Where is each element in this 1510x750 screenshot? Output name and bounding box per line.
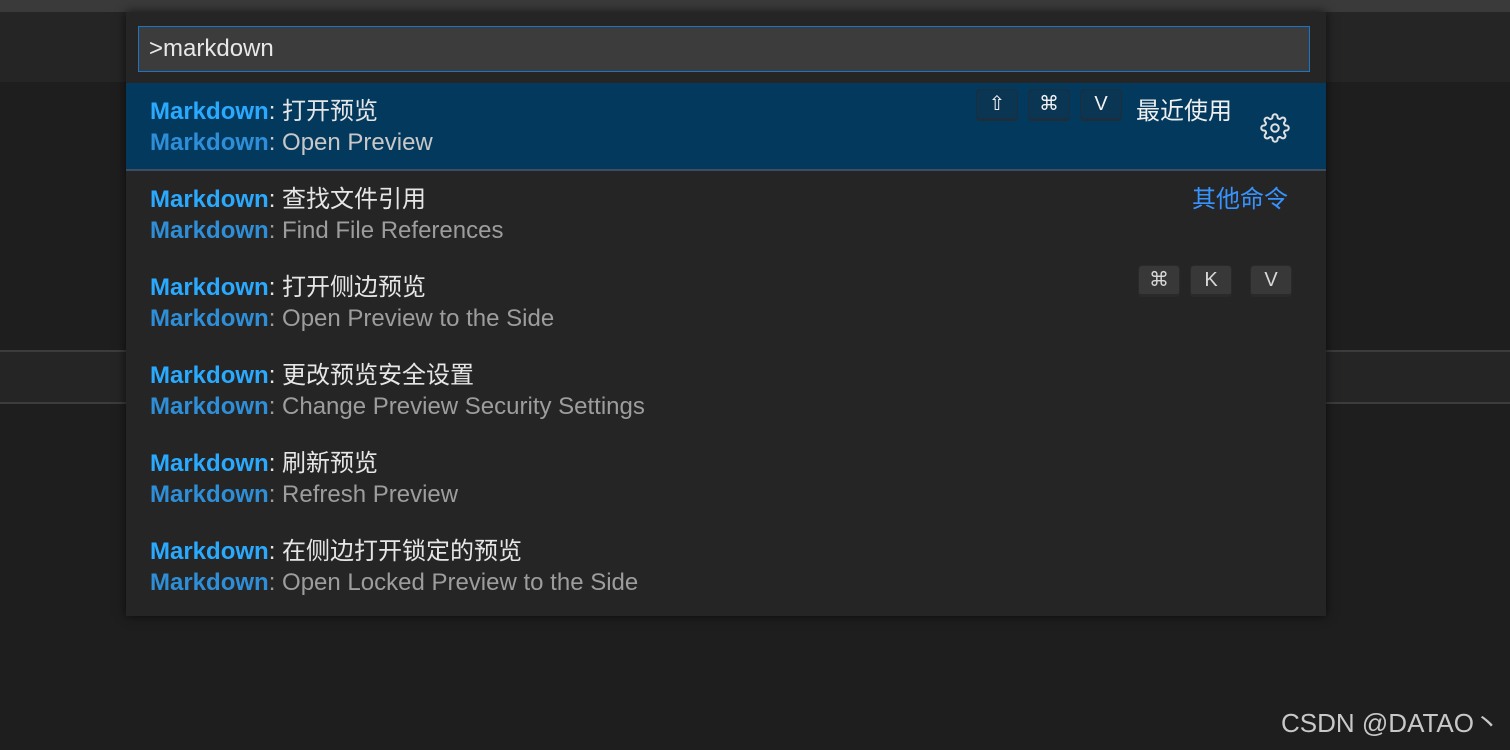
title-bar-strip	[0, 0, 1510, 12]
command-label-text: : 查找文件引用	[268, 186, 427, 213]
command-item-open-locked-preview-to-side[interactable]: Markdown: 在侧边打开锁定的预览 Markdown: Open Lock…	[126, 523, 1326, 611]
command-label-text: : Open Locked Preview to the Side	[268, 569, 639, 596]
key-v: V	[1250, 265, 1292, 297]
command-label-zh: Markdown: 刷新预览	[150, 443, 378, 478]
key-shift: ⇧	[976, 89, 1018, 121]
match-highlight: Markdown	[150, 569, 269, 596]
command-item-change-preview-security-settings[interactable]: Markdown: 更改预览安全设置 Markdown: Change Prev…	[126, 347, 1326, 435]
command-item-find-file-references[interactable]: Markdown: 查找文件引用 Markdown: Find File Ref…	[126, 171, 1326, 259]
match-highlight: Markdown	[150, 217, 269, 244]
command-label-text: : Open Preview	[268, 129, 433, 156]
command-item-open-preview-to-side[interactable]: Markdown: 打开侧边预览 Markdown: Open Preview …	[126, 259, 1326, 347]
match-highlight: Markdown	[150, 186, 269, 213]
command-label-text: : Change Preview Security Settings	[268, 393, 645, 420]
command-palette: >markdown Markdown: 打开预览 Markdown: Open …	[126, 12, 1326, 616]
command-list: Markdown: 打开预览 Markdown: Open Preview ⇧ …	[126, 83, 1326, 611]
command-label-text: : 刷新预览	[268, 450, 379, 477]
command-label-text: : Refresh Preview	[268, 481, 459, 508]
command-label-text: : 更改预览安全设置	[268, 362, 475, 389]
command-label-en: Markdown: Open Locked Preview to the Sid…	[150, 569, 638, 597]
command-label-en: Markdown: Find File References	[150, 217, 503, 245]
keybinding: ⇧ ⌘ V	[976, 89, 1122, 121]
command-label-text: : Open Preview to the Side	[268, 305, 555, 332]
command-search-input[interactable]: >markdown	[138, 26, 1310, 72]
keybinding: ⌘ K V	[1138, 265, 1292, 297]
key-v: V	[1080, 89, 1122, 121]
match-highlight: Markdown	[150, 129, 269, 156]
watermark: CSDN @DATAO丶	[1281, 708, 1500, 738]
match-highlight: Markdown	[150, 450, 269, 477]
command-label-zh: Markdown: 更改预览安全设置	[150, 355, 474, 390]
key-cmd: ⌘	[1138, 265, 1180, 297]
key-cmd: ⌘	[1028, 89, 1070, 121]
match-highlight: Markdown	[150, 481, 269, 508]
match-highlight: Markdown	[150, 538, 269, 565]
command-label-en: Markdown: Change Preview Security Settin…	[150, 393, 645, 421]
match-highlight: Markdown	[150, 393, 269, 420]
command-label-zh: Markdown: 打开侧边预览	[150, 267, 426, 302]
command-label-text: : 打开预览	[268, 98, 379, 125]
command-label-en: Markdown: Refresh Preview	[150, 481, 458, 509]
command-item-open-preview[interactable]: Markdown: 打开预览 Markdown: Open Preview ⇧ …	[126, 83, 1326, 171]
command-label-zh: Markdown: 打开预览	[150, 91, 378, 126]
command-label-en: Markdown: Open Preview	[150, 129, 433, 157]
command-label-text: : 打开侧边预览	[268, 274, 427, 301]
recently-used-label: 最近使用	[1136, 98, 1232, 125]
match-highlight: Markdown	[150, 98, 269, 125]
command-label-text: : Find File References	[268, 217, 504, 244]
command-item-refresh-preview[interactable]: Markdown: 刷新预览 Markdown: Refresh Preview	[126, 435, 1326, 523]
command-label-text: : 在侧边打开锁定的预览	[268, 538, 523, 565]
match-highlight: Markdown	[150, 305, 269, 332]
other-commands-label: 其他命令	[1192, 186, 1288, 213]
command-label-zh: Markdown: 在侧边打开锁定的预览	[150, 531, 522, 566]
match-highlight: Markdown	[150, 362, 269, 389]
key-k: K	[1190, 265, 1232, 297]
command-label-zh: Markdown: 查找文件引用	[150, 179, 426, 214]
gear-icon[interactable]	[1260, 113, 1290, 143]
match-highlight: Markdown	[150, 274, 269, 301]
command-label-en: Markdown: Open Preview to the Side	[150, 305, 554, 333]
